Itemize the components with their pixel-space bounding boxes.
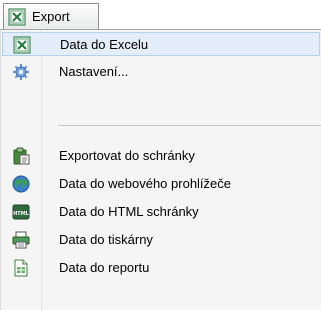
menu-item-label: Data do Excelu — [60, 37, 149, 52]
excel-icon — [8, 8, 26, 26]
menu-item-exportovat-do-schranky[interactable]: Exportovat do schránky — [2, 144, 320, 168]
menu-item-label: Nastavení... — [59, 64, 129, 79]
printer-icon — [12, 231, 30, 249]
gear-icon — [12, 63, 30, 81]
menu-item-data-do-reportu[interactable]: Data do reportu — [2, 256, 320, 280]
menu-item-data-do-html-schranky[interactable]: HTML Data do HTML schránky — [2, 200, 320, 224]
globe-icon — [12, 175, 30, 193]
menu-item-label: Data do reportu — [59, 260, 150, 275]
menu-item-nastaveni[interactable]: Nastavení... — [2, 60, 320, 84]
svg-text:HTML: HTML — [13, 211, 30, 217]
clipboard-icon — [12, 147, 30, 165]
excel-icon — [13, 36, 31, 54]
menu-item-data-do-excelu[interactable]: Data do Excelu — [2, 32, 320, 56]
menu-item-label: Data do HTML schránky — [59, 204, 199, 219]
export-menu-label: Export — [32, 9, 70, 24]
menu-item-label: Exportovat do schránky — [59, 148, 195, 163]
export-dropdown-menu: Data do Excelu Nastavení... Exportovat d… — [0, 29, 321, 311]
export-menu-button[interactable]: Export — [3, 3, 99, 29]
menu-separator — [58, 125, 321, 126]
menu-item-label: Data do webového prohlížeče — [59, 176, 232, 191]
report-icon — [12, 259, 30, 277]
html-icon: HTML — [12, 203, 30, 221]
menu-item-data-do-weboveho-prohlizece[interactable]: Data do webového prohlížeče — [2, 172, 320, 196]
menu-item-label: Data do tiskárny — [59, 232, 153, 247]
menu-item-data-do-tiskarny[interactable]: Data do tiskárny — [2, 228, 320, 252]
